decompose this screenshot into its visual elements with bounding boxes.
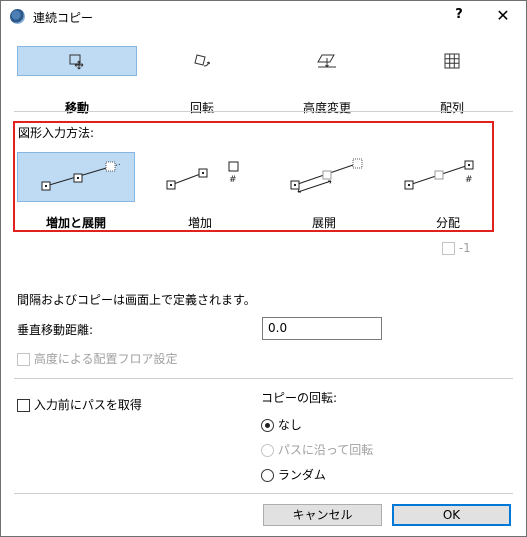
tab-elevate[interactable]: 高度変更 [267,46,387,115]
floor-setting-option[interactable]: 高度による配置フロア設定 [17,350,177,367]
rotation-none-radio[interactable] [261,419,274,432]
method-label: 分配 [435,216,460,230]
spread-icon [265,152,383,202]
close-button[interactable]: ✕ [489,5,517,27]
info-text: 間隔およびコピーは画面上で定義されます。 [17,293,256,307]
copy-rotation-title: コピーの回転: [261,391,338,405]
method-spread[interactable]: 展開 [263,152,385,230]
method-title: 図形入力方法: [18,126,95,140]
ok-button[interactable]: OK [392,504,511,526]
floor-setting-label: 高度による配置フロア設定 [33,352,178,366]
path-checkbox[interactable] [17,399,30,412]
minus-one-checkbox[interactable] [442,242,455,255]
rotation-random-option[interactable]: ランダム [261,466,326,483]
array-grid-icon [392,46,512,76]
distribute-icon: # [389,152,507,202]
vertical-distance-label: 垂直移動距離: [17,323,94,337]
tab-move-label: 移動 [64,101,89,115]
method-label: 展開 [311,216,336,230]
svg-text:#: # [229,175,237,185]
tab-array-label: 配列 [439,101,464,115]
method-label: 増加 [187,216,212,230]
window-title: 連続コピー [33,11,94,25]
rotation-none-option[interactable]: なし [261,416,302,433]
move-icon [17,46,137,76]
rotation-none-label: なし [277,418,302,432]
tab-elevate-label: 高度変更 [302,101,351,115]
rotation-path-radio[interactable] [261,444,274,457]
title-bar: 連続コピー ? ✕ [1,1,526,32]
vertical-distance-input[interactable]: 0.0 [262,317,382,340]
floor-setting-checkbox[interactable] [17,353,30,366]
rotation-random-radio[interactable] [261,469,274,482]
help-button[interactable]: ? [447,7,471,27]
path-checkbox-label: 入力前にパスを取得 [33,398,142,412]
minus-one-label: -1 [458,241,471,255]
divider [14,378,513,379]
rotation-path-option[interactable]: パスに沿って回転 [261,441,373,458]
svg-text:#: # [465,175,473,185]
cancel-button[interactable]: キャンセル [263,504,382,526]
divider [14,493,513,494]
method-label: 増加と展開 [45,216,106,230]
elevate-icon [267,46,387,76]
app-logo-icon [10,9,25,24]
method-distribute[interactable]: # 分配 [387,152,509,230]
rotation-path-label: パスに沿って回転 [277,443,374,457]
method-increment[interactable]: # 増加 [139,152,261,230]
method-increment-and-spread[interactable]: 増加と展開 [15,152,137,230]
increment-icon: # [141,152,259,202]
tab-move[interactable]: 移動 [17,46,137,115]
path-option[interactable]: 入力前にパスを取得 [17,396,142,413]
divider [14,111,513,112]
increment-spread-icon [17,152,135,202]
dialog-window: 連続コピー ? ✕ 移動 回転 高度変更 配列 図形入力方法: 増加と展開 # … [0,0,527,537]
tab-rotate[interactable]: 回転 [142,46,262,115]
tab-array[interactable]: 配列 [392,46,512,115]
tab-rotate-label: 回転 [189,101,214,115]
dialog-content: 移動 回転 高度変更 配列 図形入力方法: 増加と展開 # 増加 展開 # 分配… [1,32,526,536]
rotation-random-label: ランダム [277,468,326,482]
minus-one-option[interactable]: -1 [442,241,471,255]
rotate-icon [142,46,262,76]
